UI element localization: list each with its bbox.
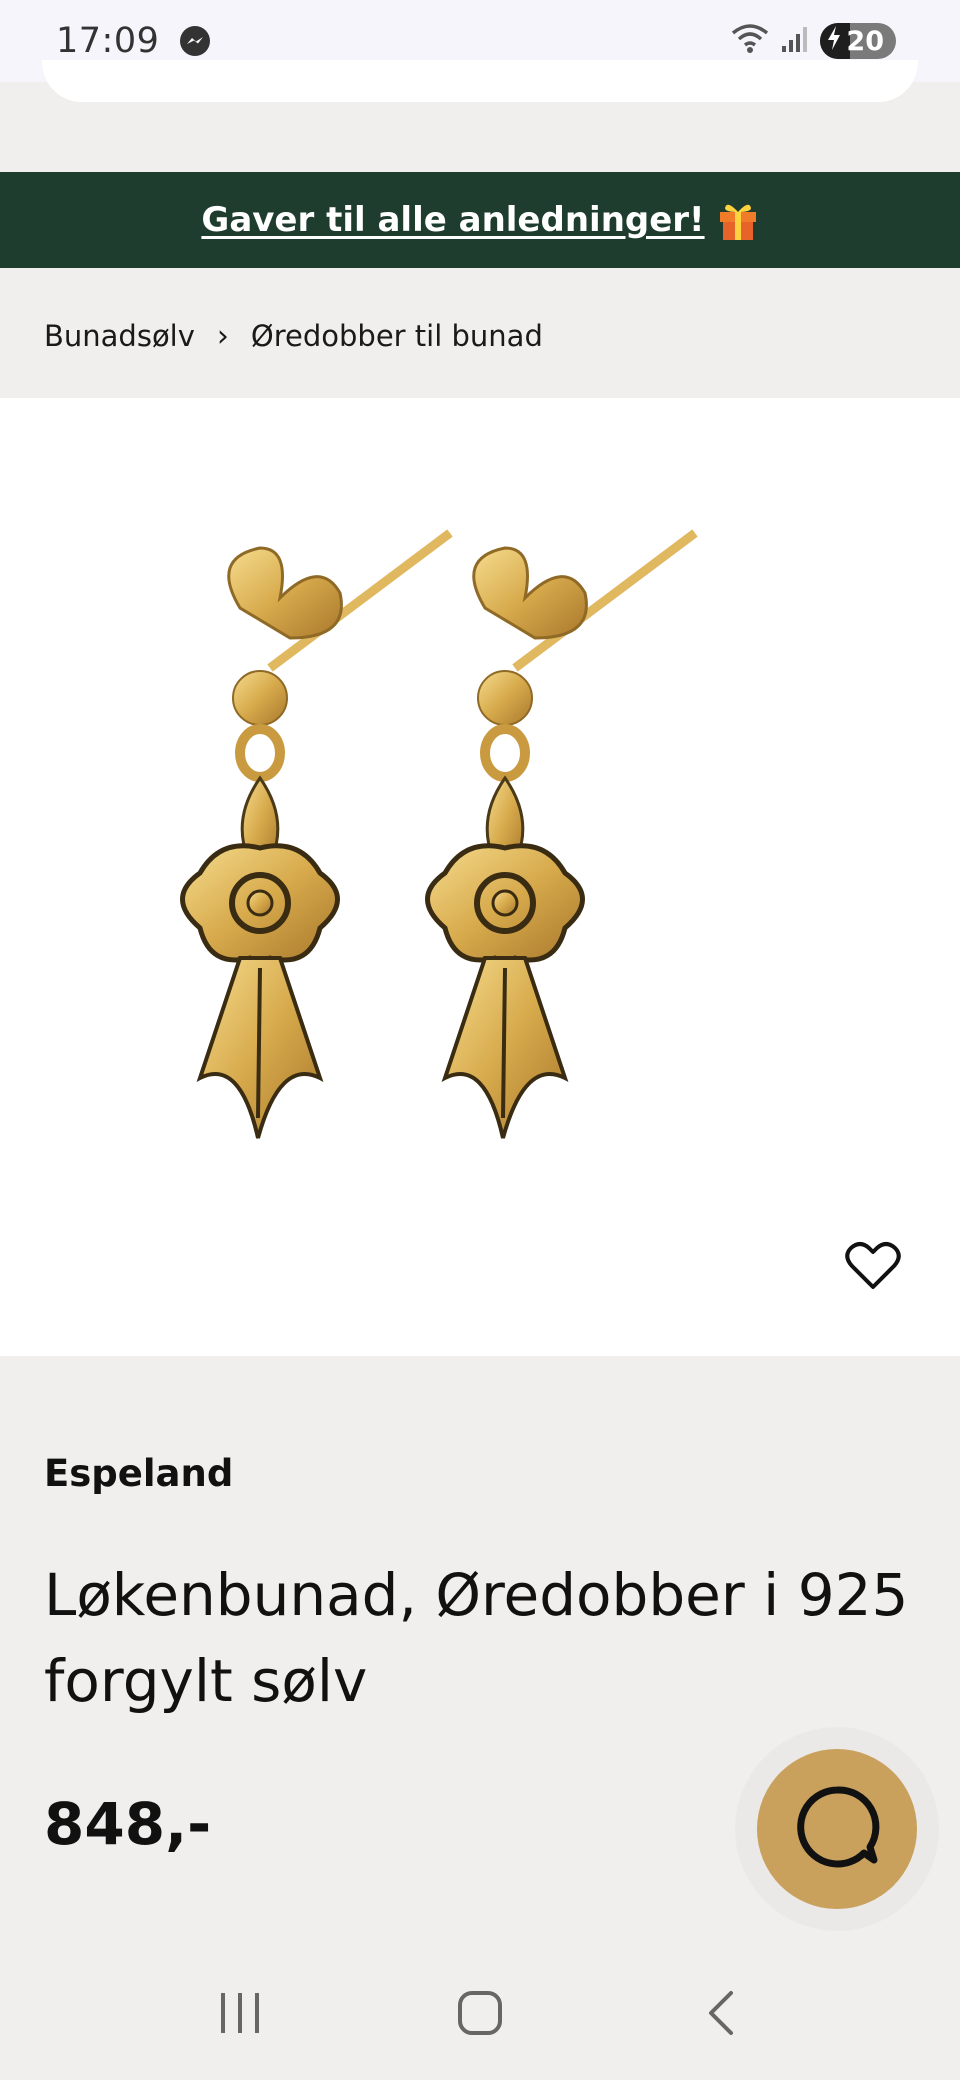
battery-indicator: 20 bbox=[820, 23, 896, 59]
breadcrumb-separator: › bbox=[216, 318, 229, 354]
product-title: Løkenbunad, Øredobber i 925 forgylt sølv bbox=[44, 1561, 909, 1715]
earring-left bbox=[180, 529, 453, 1139]
product-price: 848,- bbox=[44, 1790, 212, 1858]
chat-button[interactable] bbox=[757, 1749, 917, 1909]
gift-icon bbox=[717, 198, 759, 242]
product-image[interactable] bbox=[0, 398, 960, 1356]
wishlist-button[interactable] bbox=[838, 1236, 908, 1300]
system-nav-bar bbox=[0, 1950, 960, 2080]
wifi-icon bbox=[730, 22, 770, 60]
status-time: 17:09 bbox=[56, 21, 160, 61]
back-button[interactable] bbox=[675, 1975, 765, 2055]
breadcrumb-item-oredobber[interactable]: Øredobber til bunad bbox=[251, 319, 543, 353]
back-icon bbox=[703, 1989, 737, 2041]
promo-link[interactable]: Gaver til alle anledninger! bbox=[201, 200, 704, 240]
search-bar-edge[interactable] bbox=[42, 60, 918, 102]
heart-icon bbox=[845, 1241, 901, 1295]
status-right: 20 bbox=[730, 22, 896, 60]
signal-icon bbox=[780, 24, 810, 58]
gold-flower-earrings-image bbox=[180, 529, 698, 1139]
promo-banner[interactable]: Gaver til alle anledninger! bbox=[0, 172, 960, 268]
recent-apps-button[interactable] bbox=[195, 1975, 285, 2055]
home-button[interactable] bbox=[435, 1975, 525, 2055]
battery-level: 20 bbox=[846, 25, 884, 57]
product-brand[interactable]: Espeland bbox=[44, 1452, 233, 1495]
earring-right bbox=[425, 529, 698, 1139]
status-left: 17:09 bbox=[56, 21, 211, 61]
messenger-icon bbox=[179, 25, 211, 57]
breadcrumb: Bunadsølv › Øredobber til bunad bbox=[44, 310, 543, 362]
breadcrumb-item-bunadsolv[interactable]: Bunadsølv bbox=[44, 319, 195, 353]
battery-charging-icon bbox=[826, 25, 842, 58]
home-icon bbox=[456, 1989, 504, 2041]
recent-apps-icon bbox=[217, 1991, 263, 2039]
chat-bubble-icon bbox=[794, 1784, 880, 1874]
